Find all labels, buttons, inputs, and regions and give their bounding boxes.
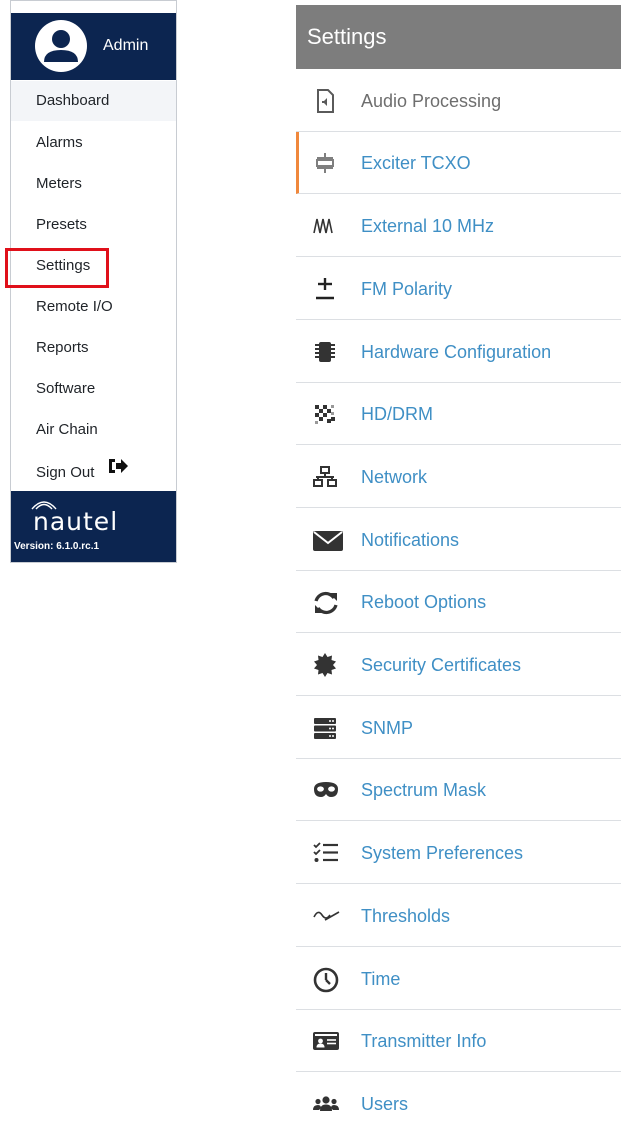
settings-item-label: SNMP bbox=[361, 718, 414, 738]
settings-item-hardware-configuration[interactable]: Hardware Configuration bbox=[296, 321, 621, 383]
sign-out-icon bbox=[107, 451, 129, 491]
settings-item-fm-polarity[interactable]: FM Polarity bbox=[296, 258, 621, 320]
version-label: Version: 6.1.0.rc.1 bbox=[14, 541, 100, 552]
brand-logo: nautel bbox=[21, 497, 161, 537]
sidebar-item-label: Reports bbox=[36, 339, 89, 356]
settings-item-system-preferences[interactable]: System Preferences bbox=[296, 822, 621, 884]
sidebar-item-sign-out[interactable]: Sign Out bbox=[11, 453, 176, 493]
sidebar-item-label: Software bbox=[36, 380, 96, 397]
page-title: Settings bbox=[307, 24, 387, 49]
sidebar-item-software[interactable]: Software bbox=[11, 369, 176, 409]
sidebar-item-reports[interactable]: Reports bbox=[11, 328, 176, 368]
server-icon bbox=[312, 715, 338, 741]
brand-name: nautel bbox=[33, 507, 119, 536]
digital-signal-icon bbox=[312, 401, 338, 427]
settings-item-label: Security Certificates bbox=[361, 655, 522, 675]
settings-item-label: Spectrum Mask bbox=[361, 780, 487, 800]
settings-item-label: Time bbox=[361, 969, 401, 989]
chip-icon bbox=[312, 339, 338, 365]
settings-item-thresholds[interactable]: Thresholds bbox=[296, 885, 621, 947]
settings-item-hd-drm[interactable]: HD/DRM bbox=[296, 383, 621, 445]
settings-item-label: System Preferences bbox=[361, 843, 524, 863]
checklist-icon bbox=[312, 840, 338, 866]
user-name[interactable]: Admin bbox=[103, 37, 148, 55]
settings-item-transmitter-info[interactable]: Transmitter Info bbox=[296, 1010, 621, 1072]
sidebar-item-meters[interactable]: Meters bbox=[11, 164, 176, 204]
sidebar-footer: nautel Version: 6.1.0.rc.1 bbox=[11, 491, 176, 562]
sidebar-user-header: Admin bbox=[11, 13, 176, 80]
settings-item-notifications[interactable]: Notifications bbox=[296, 509, 621, 571]
sidebar-item-label: Air Chain bbox=[36, 421, 98, 438]
settings-item-label: FM Polarity bbox=[361, 279, 453, 299]
sidebar-item-dashboard[interactable]: Dashboard bbox=[11, 81, 176, 121]
settings-item-exciter-tcxo[interactable]: Exciter TCXO bbox=[296, 132, 621, 194]
settings-item-label: Notifications bbox=[361, 530, 460, 550]
sidebar-item-label: Alarms bbox=[36, 134, 83, 151]
mask-icon bbox=[312, 777, 338, 803]
settings-item-label: External 10 MHz bbox=[361, 216, 495, 236]
sidebar-item-label: Remote I/O bbox=[36, 298, 113, 315]
settings-item-label: Exciter TCXO bbox=[361, 153, 471, 173]
plus-minus-icon bbox=[312, 276, 338, 302]
settings-item-network[interactable]: Network bbox=[296, 446, 621, 508]
settings-highlight-box bbox=[5, 248, 109, 288]
settings-item-label: Transmitter Info bbox=[361, 1031, 487, 1051]
users-icon bbox=[312, 1091, 339, 1117]
settings-item-label: HD/DRM bbox=[361, 404, 433, 424]
audio-file-icon bbox=[312, 88, 338, 114]
clock-icon bbox=[312, 966, 339, 993]
settings-item-label: Reboot Options bbox=[361, 592, 487, 612]
settings-item-snmp[interactable]: SNMP bbox=[296, 697, 621, 759]
settings-item-security-certificates[interactable]: Security Certificates bbox=[296, 634, 621, 696]
settings-item-users[interactable]: Users bbox=[296, 1073, 621, 1135]
settings-item-label: Audio Processing bbox=[361, 91, 502, 111]
sidebar-item-remote-io[interactable]: Remote I/O bbox=[11, 287, 176, 327]
settings-item-label: Network bbox=[361, 467, 428, 487]
settings-header: Settings bbox=[296, 5, 621, 69]
sidebar-item-air-chain[interactable]: Air Chain bbox=[11, 410, 176, 450]
certificate-icon bbox=[312, 652, 338, 678]
sidebar-item-label: Meters bbox=[36, 175, 82, 192]
refresh-icon bbox=[312, 589, 338, 615]
settings-item-spectrum-mask[interactable]: Spectrum Mask bbox=[296, 759, 621, 821]
settings-item-label: Thresholds bbox=[361, 906, 451, 926]
sidebar-item-presets[interactable]: Presets bbox=[11, 205, 176, 245]
sidebar-item-alarms[interactable]: Alarms bbox=[11, 123, 176, 163]
settings-item-external-10mhz[interactable]: External 10 MHz bbox=[296, 195, 621, 257]
network-icon bbox=[312, 464, 338, 490]
settings-item-time[interactable]: Time bbox=[296, 948, 621, 1010]
settings-item-audio-processing[interactable]: Audio Processing bbox=[296, 70, 621, 132]
waveform-icon bbox=[312, 213, 338, 239]
envelope-icon bbox=[312, 527, 344, 553]
settings-item-label: Hardware Configuration bbox=[361, 342, 552, 362]
sidebar-item-label: Sign Out bbox=[36, 464, 95, 481]
settings-panel: Settings Audio Processing Exciter TCXO E… bbox=[296, 0, 621, 1131]
threshold-wave-icon bbox=[312, 903, 340, 929]
user-avatar-icon[interactable] bbox=[35, 20, 87, 72]
settings-item-reboot-options[interactable]: Reboot Options bbox=[296, 571, 621, 633]
sidebar-item-label: Presets bbox=[36, 216, 87, 233]
settings-item-label: Users bbox=[361, 1094, 409, 1114]
id-card-icon bbox=[312, 1028, 339, 1054]
crystal-oscillator-icon bbox=[312, 150, 338, 176]
sidebar-item-label: Dashboard bbox=[36, 92, 110, 109]
